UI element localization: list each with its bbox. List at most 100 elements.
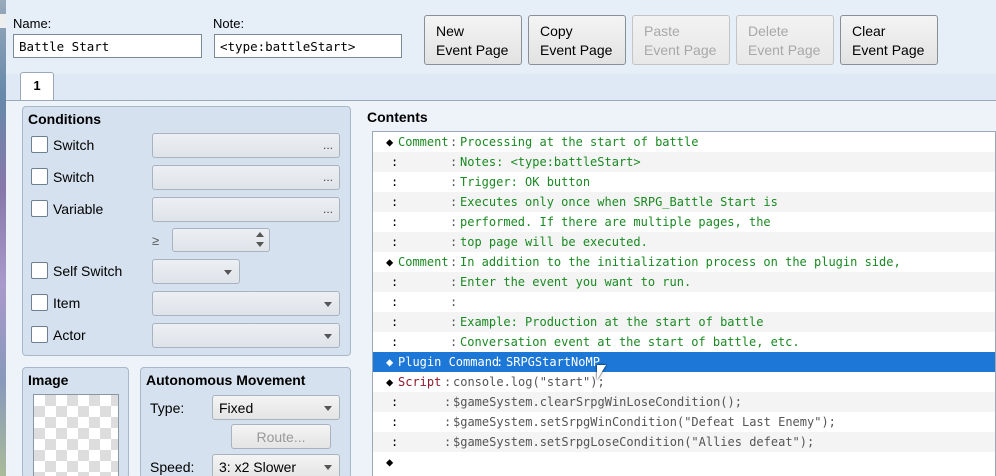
command-text: Trigger: OK button: [460, 175, 591, 189]
actor-selector[interactable]: [152, 323, 340, 348]
button-label-line1: Clear: [852, 23, 886, 39]
switch2-checkbox[interactable]: [31, 168, 48, 185]
command-text: performed. If there are multiple pages, …: [460, 215, 771, 229]
variable-value-stepper[interactable]: [172, 228, 270, 252]
contents-title: Contents: [367, 109, 428, 125]
command-row[interactable]: ◆ Plugin Command: SRPGStartNoMP: [373, 352, 995, 372]
clear-event-page-button[interactable]: Clear Event Page: [840, 15, 938, 65]
command-separator: :: [450, 235, 458, 249]
command-separator: :: [444, 415, 452, 429]
command-text: Notes: <type:battleStart>: [460, 155, 641, 169]
route-button[interactable]: Route...: [231, 424, 331, 449]
continuation-marker: :: [391, 175, 399, 189]
switch2-label: Switch: [53, 169, 95, 185]
chevron-down-icon: [324, 465, 332, 470]
switch1-checkbox[interactable]: [31, 136, 48, 153]
movement-speed-value: 3: x2 Slower: [219, 459, 297, 475]
command-row[interactable]: :: Enter the event you want to run.: [373, 272, 995, 292]
switch2-selector[interactable]: ...: [152, 165, 340, 190]
command-text: SRPGStartNoMP: [506, 355, 600, 369]
command-text: Processing at the start of battle: [460, 135, 699, 149]
command-separator: :: [450, 175, 458, 189]
command-row[interactable]: ::: [373, 292, 995, 312]
command-row[interactable]: :: Trigger: OK button: [373, 172, 995, 192]
item-selector[interactable]: [152, 291, 340, 316]
command-row[interactable]: :: Notes: <type:battleStart>: [373, 152, 995, 172]
autonomous-movement-title: Autonomous Movement: [146, 372, 306, 388]
ellipsis-icon: ...: [322, 170, 333, 184]
contents-command-list[interactable]: ◆ Comment: Processing at the start of batt…: [372, 131, 996, 476]
self-switch-checkbox[interactable]: [31, 262, 48, 279]
movement-type-select[interactable]: Fixed: [212, 395, 340, 420]
command-row[interactable]: ◆ Comment: Processing at the start of batt…: [373, 132, 995, 152]
movement-speed-select[interactable]: 3: x2 Slower: [212, 454, 340, 476]
command-separator: :: [450, 255, 458, 269]
continuation-marker: :: [391, 195, 399, 209]
command-separator: :: [450, 215, 458, 229]
actor-label: Actor: [53, 327, 86, 343]
continuation-marker: :: [391, 315, 399, 329]
continuation-marker: :: [391, 215, 399, 229]
continuation-marker: :: [391, 395, 399, 409]
command-row[interactable]: ◆: [373, 452, 995, 472]
command-separator: :: [450, 155, 458, 169]
command-separator: :: [444, 435, 452, 449]
command-row[interactable]: :: Conversation event at the start of bat…: [373, 332, 995, 352]
command-row[interactable]: :: Example: Production at the start of ba…: [373, 312, 995, 332]
command-row[interactable]: :: Executes only once when SRPG_Battle St…: [373, 192, 995, 212]
command-row[interactable]: :: top page will be executed.: [373, 232, 995, 252]
route-label: Route...: [256, 429, 306, 445]
copy-event-page-button[interactable]: Copy Event Page: [528, 15, 626, 65]
event-image-preview[interactable]: [33, 394, 119, 476]
ellipsis-icon: ...: [322, 202, 333, 216]
command-separator: :: [450, 315, 458, 329]
type-label: Type:: [150, 400, 185, 416]
self-switch-selector[interactable]: [152, 259, 240, 284]
name-field[interactable]: Battle Start: [13, 34, 202, 58]
stepper-up-icon[interactable]: [256, 232, 264, 237]
paste-event-page-button[interactable]: Paste Event Page: [632, 15, 730, 65]
movement-type-value: Fixed: [219, 400, 254, 416]
button-label-line2: Event Page: [852, 42, 925, 58]
command-diamond-icon: ◆: [386, 375, 394, 389]
continuation-marker: :: [391, 335, 399, 349]
note-field[interactable]: <type:battleStart>: [214, 34, 402, 58]
speed-label: Speed:: [150, 459, 195, 475]
switch1-selector[interactable]: ...: [152, 133, 340, 158]
command-keyword: Script: [398, 375, 442, 389]
command-row[interactable]: :: $gameSystem.setSrpgLoseCondition("Alli…: [373, 432, 995, 452]
continuation-marker: :: [391, 155, 399, 169]
event-header: Name: Battle Start Note: <type:battleSta…: [6, 0, 996, 74]
command-separator: :: [450, 195, 458, 209]
command-separator: :: [444, 395, 452, 409]
command-row[interactable]: :: $gameSystem.setSrpgWinCondition("Defea…: [373, 412, 995, 432]
stepper-down-icon[interactable]: [256, 242, 264, 247]
conditions-group: Conditions Switch ... Switch ... Variabl…: [22, 106, 351, 356]
command-text: Conversation event at the start of battl…: [460, 335, 800, 349]
new-event-page-button[interactable]: New Event Page: [424, 15, 522, 65]
command-diamond-icon: ◆: [386, 255, 394, 269]
delete-event-page-button[interactable]: Delete Event Page: [736, 15, 834, 65]
command-text: $gameSystem.setSrpgWinCondition("Defeat …: [453, 415, 836, 429]
variable-checkbox[interactable]: [31, 200, 48, 217]
command-row[interactable]: ◆ Comment: In addition to the initializati…: [373, 252, 995, 272]
continuation-marker: :: [391, 275, 399, 289]
button-label-line2: Event Page: [644, 42, 717, 58]
command-separator: :: [496, 355, 504, 369]
variable-label: Variable: [53, 201, 104, 217]
item-checkbox[interactable]: [31, 294, 48, 311]
command-row[interactable]: :: $gameSystem.clearSrpgWinLoseCondition(…: [373, 392, 995, 412]
command-separator: :: [450, 275, 458, 289]
command-text: Enter the event you want to run.: [460, 275, 692, 289]
button-label-line1: Delete: [748, 23, 789, 39]
command-row[interactable]: :: performed. If there are multiple pages…: [373, 212, 995, 232]
command-text: $gameSystem.setSrpgLoseCondition("Allies…: [453, 435, 815, 449]
self-switch-label: Self Switch: [53, 263, 123, 279]
note-label: Note:: [213, 16, 245, 31]
button-label-line1: Paste: [644, 23, 680, 39]
variable-selector[interactable]: ...: [152, 197, 340, 222]
tab-page-1[interactable]: 1: [20, 72, 54, 100]
page-tab-bar: 1: [6, 72, 996, 100]
actor-checkbox[interactable]: [31, 326, 48, 343]
command-row[interactable]: ◆ Script: console.log("start");: [373, 372, 995, 392]
